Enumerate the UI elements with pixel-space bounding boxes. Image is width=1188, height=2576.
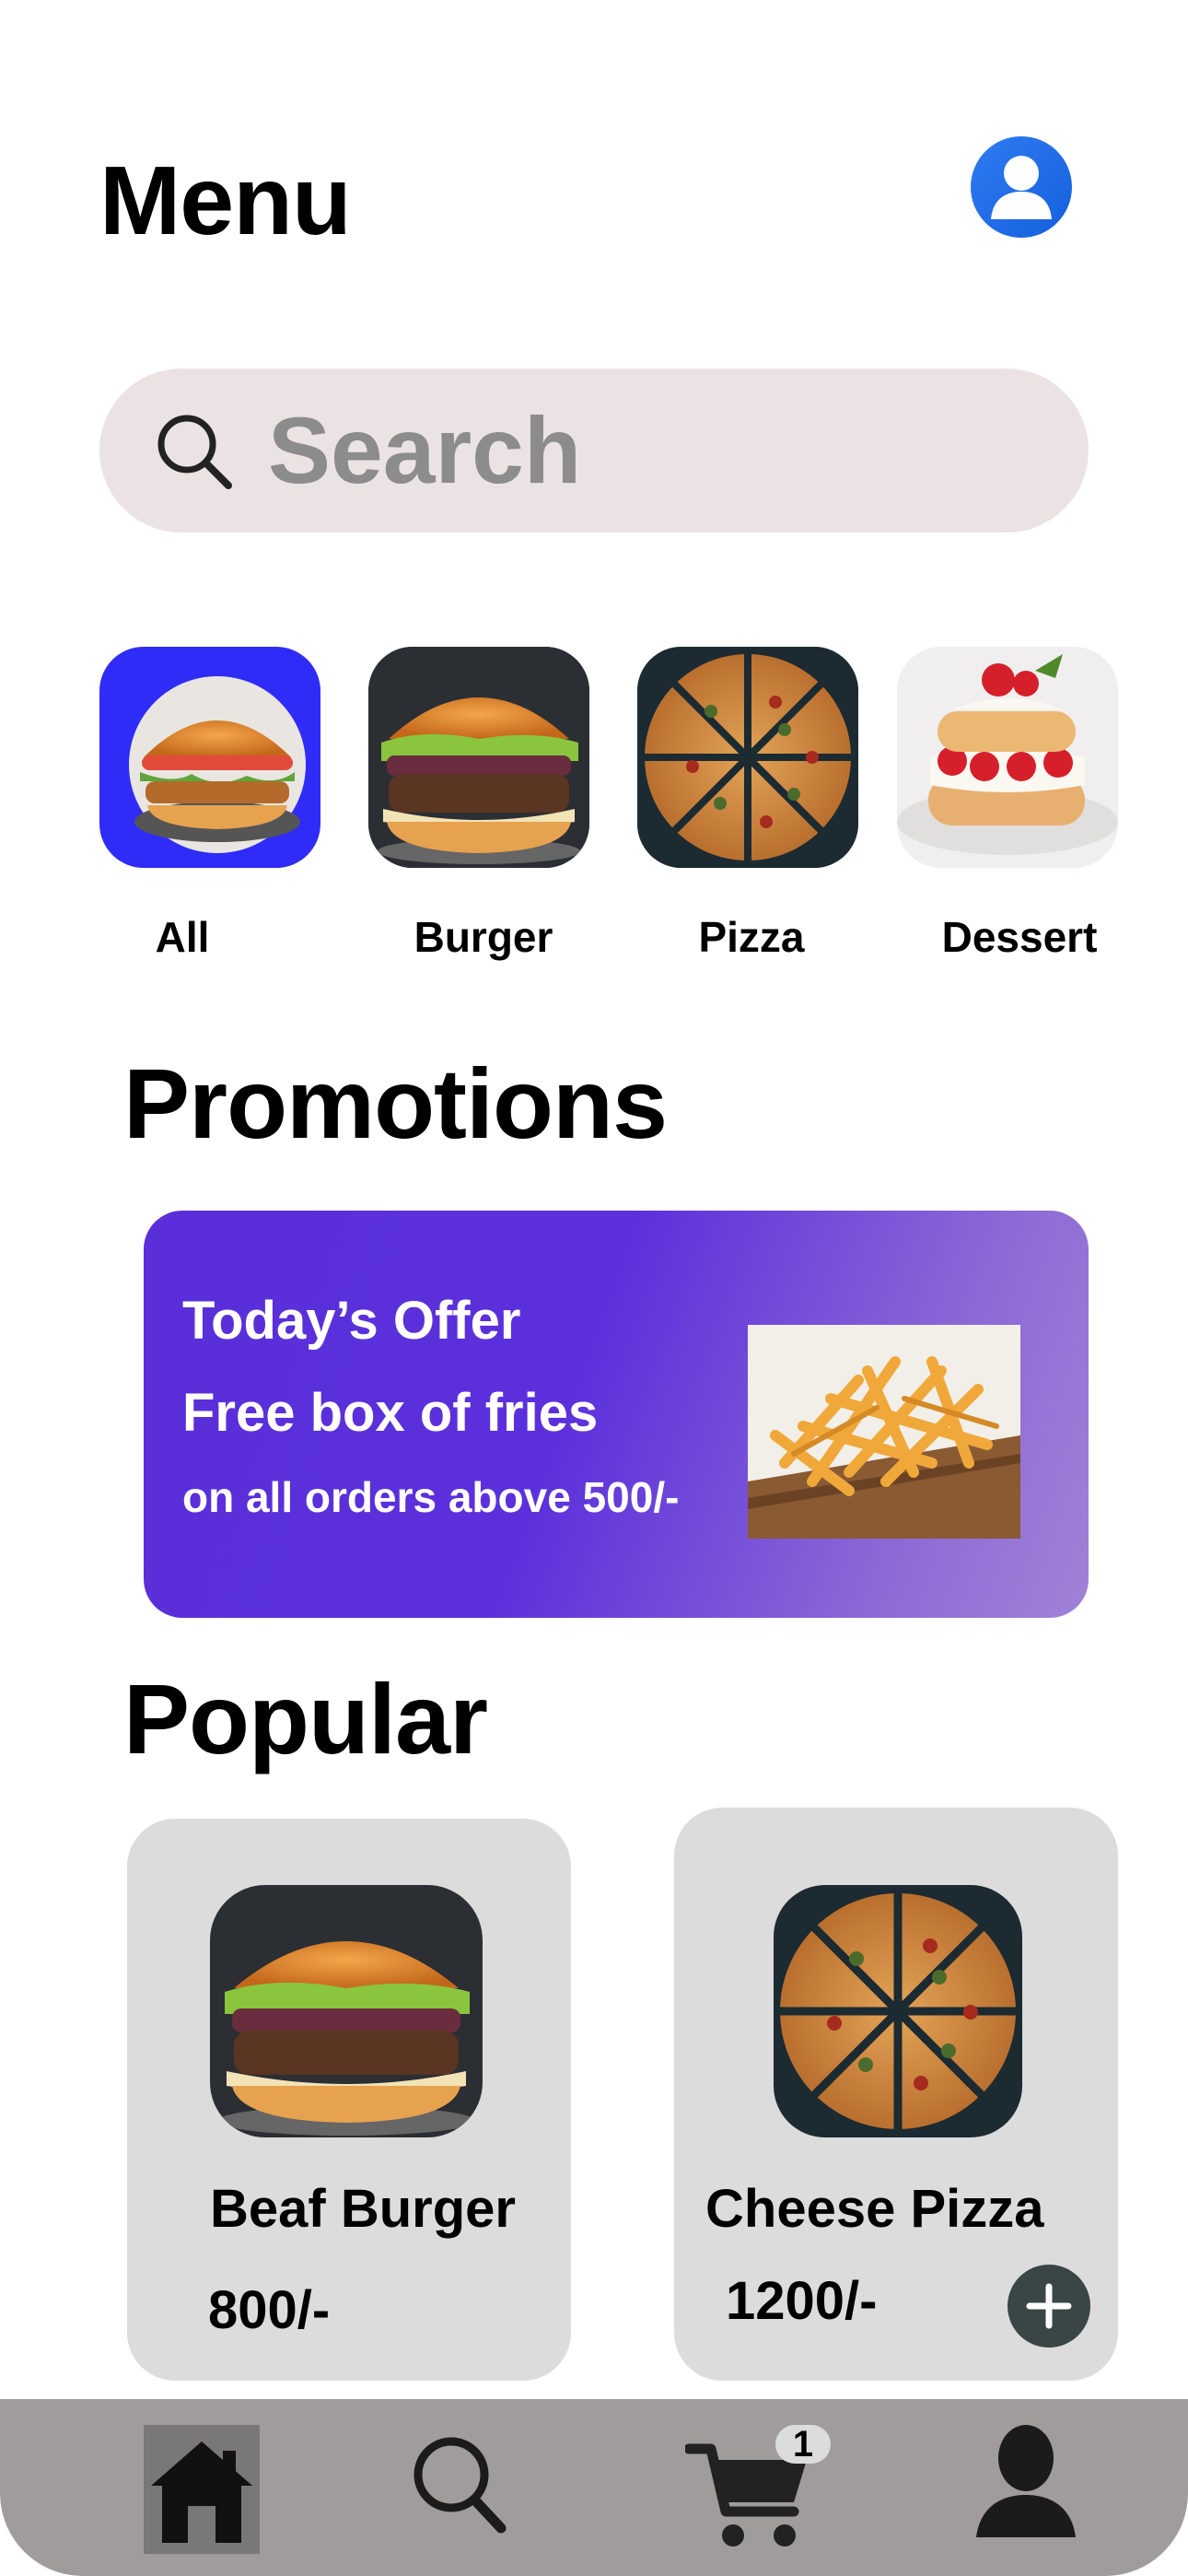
category-all[interactable] (99, 647, 320, 868)
category-label: All (155, 913, 210, 961)
category-label: Pizza (698, 913, 805, 961)
add-to-cart-button[interactable] (1007, 2265, 1090, 2348)
plus-icon (1026, 2283, 1072, 2329)
search-icon (157, 415, 232, 489)
fries-image (748, 1325, 1020, 1539)
user-icon (991, 156, 1052, 219)
nav-profile[interactable] (973, 2419, 1079, 2545)
popular-heading: Popular (123, 1663, 488, 1774)
burger-image (129, 676, 306, 853)
promo-title: Today’s Offer (182, 1291, 521, 1351)
product-card-beaf-burger[interactable]: Beaf Burger 800/- (127, 1819, 571, 2381)
category-pizza[interactable] (637, 647, 858, 868)
search-input[interactable]: Search (268, 401, 581, 500)
page-title: Menu (99, 146, 352, 255)
promo-offer: Free box of fries (182, 1383, 599, 1443)
category-burger[interactable] (368, 647, 589, 868)
category-label: Burger (413, 913, 553, 961)
home-icon (151, 2441, 252, 2543)
product-price: 800/- (208, 2280, 331, 2340)
product-price: 1200/- (726, 2271, 878, 2331)
cart-count-badge: 1 (775, 2425, 831, 2464)
burger-image (368, 647, 589, 868)
promo-condition: on all orders above 500/- (182, 1473, 680, 1521)
category-dessert[interactable] (897, 647, 1118, 868)
category-label: Dessert (941, 913, 1098, 961)
profile-avatar-button[interactable] (971, 136, 1072, 238)
pizza-image (774, 1885, 1022, 2137)
search-bar[interactable]: Search (99, 369, 1089, 533)
nav-home[interactable] (144, 2425, 260, 2554)
product-name: Beaf Burger (210, 2179, 516, 2239)
profile-icon (976, 2425, 1076, 2537)
nav-search[interactable] (405, 2429, 516, 2539)
dessert-image (897, 647, 1118, 868)
pizza-image (637, 647, 858, 868)
promotions-heading: Promotions (123, 1048, 668, 1159)
product-name: Cheese Pizza (705, 2179, 1044, 2239)
search-icon (413, 2437, 507, 2534)
promo-banner[interactable]: Today’s Offer Free box of fries on all o… (144, 1211, 1089, 1618)
burger-image (210, 1885, 483, 2137)
